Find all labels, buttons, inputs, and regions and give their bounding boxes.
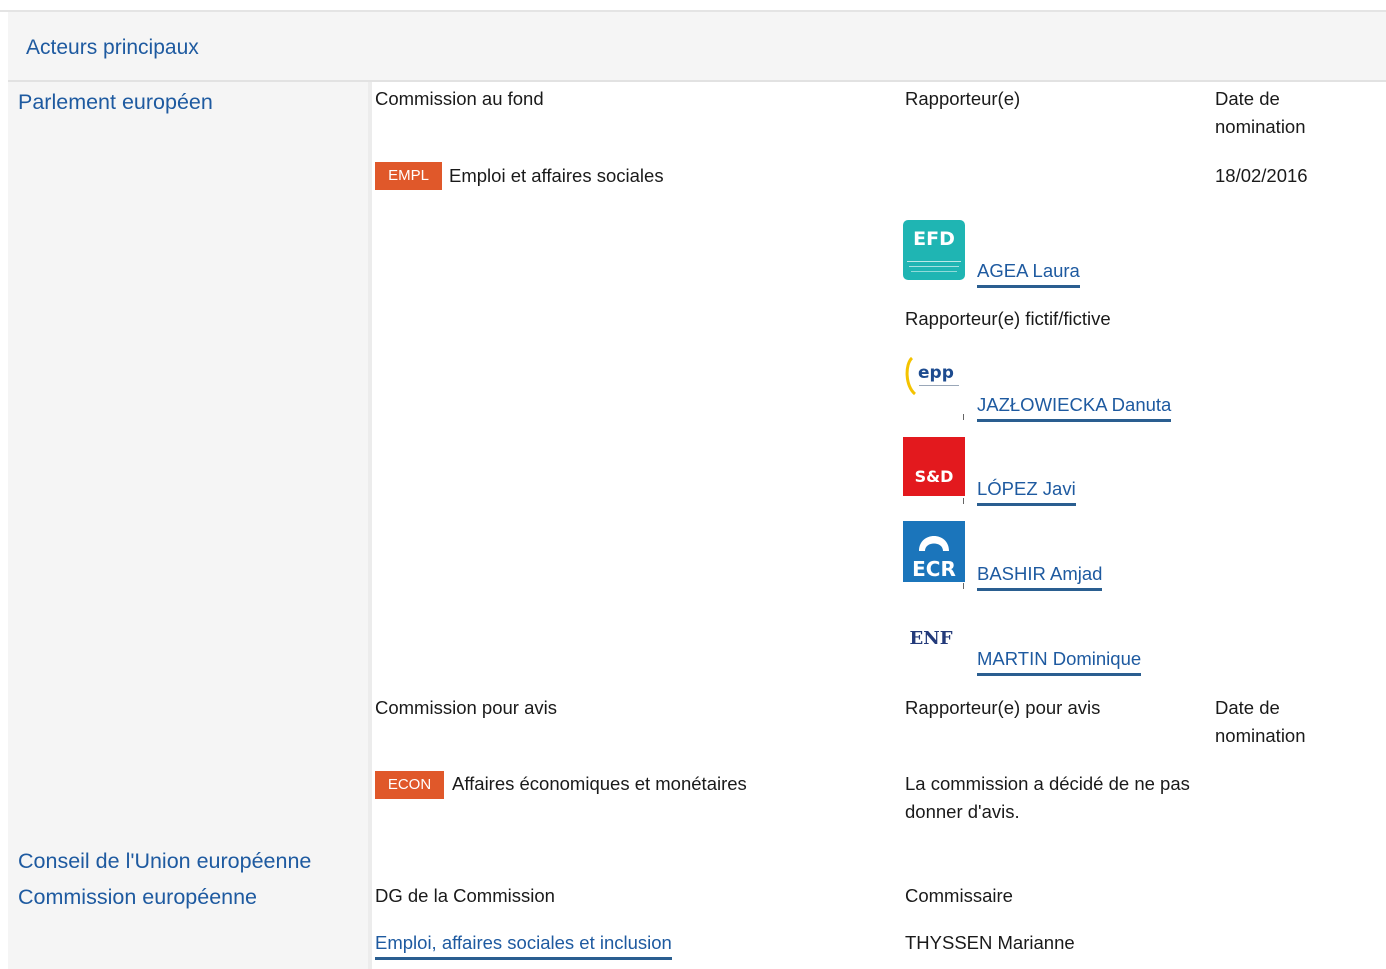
no-opinion-note: La commission a décidé de ne pas donner … [905,773,1190,822]
institution-column: Parlement européen Conseil de l'Union eu… [8,82,372,969]
appointment-date-label: Date de nomination [1215,88,1306,137]
epp-group-logo: epp [903,352,965,402]
institution-ep: Parlement européen [18,90,213,114]
rapporteur-label: Rapporteur(e) [905,88,1021,109]
svg-text:ECR: ECR [912,557,956,581]
lead-committee-label: Commission au fond [375,88,544,109]
opinion-rapporteur-label: Rapporteur(e) pour avis [905,697,1101,718]
committee-tag-empl: EMPL [375,162,442,190]
svg-text:EFD: EFD [913,228,955,250]
logo-tick [963,498,964,504]
committee-tag-econ: ECON [375,771,444,799]
shadow-rapporteur-link[interactable]: LÓPEZ Javi [977,476,1076,506]
shadow-rapporteur-label: Rapporteur(e) fictif/fictive [905,308,1111,329]
dg-link[interactable]: Emploi, affaires sociales et inclusion [375,930,672,960]
rapporteur-link[interactable]: AGEA Laura [977,258,1080,288]
institution-council: Conseil de l'Union européenne [18,849,312,873]
commissioner-name: THYSSEN Marianne [905,932,1075,953]
shadow-rapporteur-link[interactable]: MARTIN Dominique [977,646,1142,676]
opinion-committee-name: Affaires économiques et monétaires [452,773,747,794]
opinion-committee-label: Commission pour avis [375,697,557,718]
dg-label: DG de la Commission [375,885,555,906]
snd-group-logo: S&D [903,437,965,496]
ecr-group-logo: ECR [903,521,965,582]
svg-text:S&D: S&D [915,467,954,486]
key-players-page: Acteurs principaux Parlement européen Co… [0,0,1386,969]
appointment-date: 18/02/2016 [1215,165,1308,186]
opinion-date-label: Date de nomination [1215,697,1306,746]
shadow-rapporteur-link[interactable]: JAZŁOWIECKA Danuta [977,392,1172,422]
commissioner-label: Commissaire [905,885,1013,906]
lead-committee-name: Emploi et affaires sociales [449,165,664,186]
institution-commission: Commission européenne [18,885,258,909]
efd-group-logo: EFD [903,220,965,280]
logo-tick [963,583,964,589]
section-title: Acteurs principaux [26,36,199,59]
column-separator [368,82,372,969]
section-header: Acteurs principaux [8,12,1386,82]
shadow-rapporteur-link[interactable]: BASHIR Amjad [977,561,1103,591]
svg-text:epp: epp [918,363,954,383]
svg-text:ENF: ENF [910,628,953,649]
logo-tick [963,414,964,420]
enf-group-logo: ENF [903,606,965,668]
